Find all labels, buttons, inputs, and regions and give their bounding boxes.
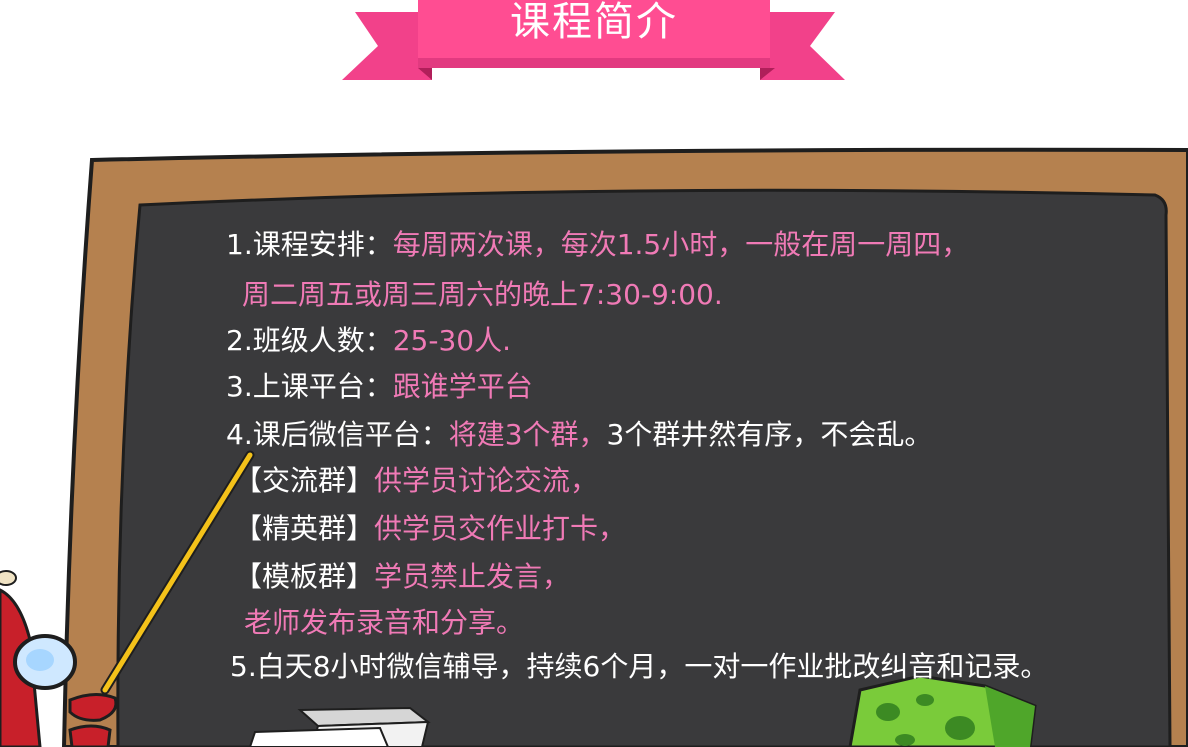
schedule-value: 每周两次课，每次1.5小时，一般在周一周四， xyxy=(392,228,970,261)
platform-label: 3.上课平台： xyxy=(226,370,393,403)
exchange-group-line: 【交流群】供学员讨论交流， xyxy=(234,464,598,498)
template-group-value-2: 老师发布录音和分享。 xyxy=(244,606,525,639)
schedule-value-2: 周二周五或周三周六的晚上7:30-9:00. xyxy=(242,278,723,311)
template-group-continued: 老师发布录音和分享。 xyxy=(244,606,524,640)
wechat-label: 4.课后微信平台： xyxy=(226,418,449,451)
wechat-tail: 3个群井然有序，不会乱。 xyxy=(606,418,933,451)
template-group-line: 【模板群】学员禁止发言， xyxy=(234,560,570,594)
class-size-value: 25-30人. xyxy=(392,324,511,357)
course-intro-text: 1.课程安排：每周两次课，每次1.5小时，一般在周一周四， 周二周五或周三周六的… xyxy=(0,0,1188,747)
elite-group-line: 【精英群】供学员交作业打卡， xyxy=(234,512,626,546)
tutoring-text: 5.白天8小时微信辅导，持续6个月，一对一作业批改纠音和记录。 xyxy=(230,650,1049,683)
tutoring-line: 5.白天8小时微信辅导，持续6个月，一对一作业批改纠音和记录。 xyxy=(230,650,1048,684)
schedule-label: 1.课程安排： xyxy=(226,228,393,261)
schedule-line: 1.课程安排：每周两次课，每次1.5小时，一般在周一周四， xyxy=(226,228,969,262)
exchange-group-label: 【交流群】 xyxy=(234,464,375,497)
exchange-group-value: 供学员讨论交流， xyxy=(374,464,599,497)
wechat-line: 4.课后微信平台：将建3个群，3个群井然有序，不会乱。 xyxy=(226,418,932,452)
elite-group-label: 【精英群】 xyxy=(234,512,375,545)
platform-value: 跟谁学平台 xyxy=(392,370,533,403)
elite-group-value: 供学员交作业打卡， xyxy=(374,512,627,545)
class-size-label: 2.班级人数： xyxy=(226,324,393,357)
template-group-value: 学员禁止发言， xyxy=(374,560,571,593)
schedule-continued: 周二周五或周三周六的晚上7:30-9:00. xyxy=(242,278,723,312)
class-size-line: 2.班级人数：25-30人. xyxy=(226,324,511,358)
wechat-value: 将建3个群， xyxy=(448,418,607,451)
platform-line: 3.上课平台：跟谁学平台 xyxy=(226,370,533,404)
template-group-label: 【模板群】 xyxy=(234,560,375,593)
